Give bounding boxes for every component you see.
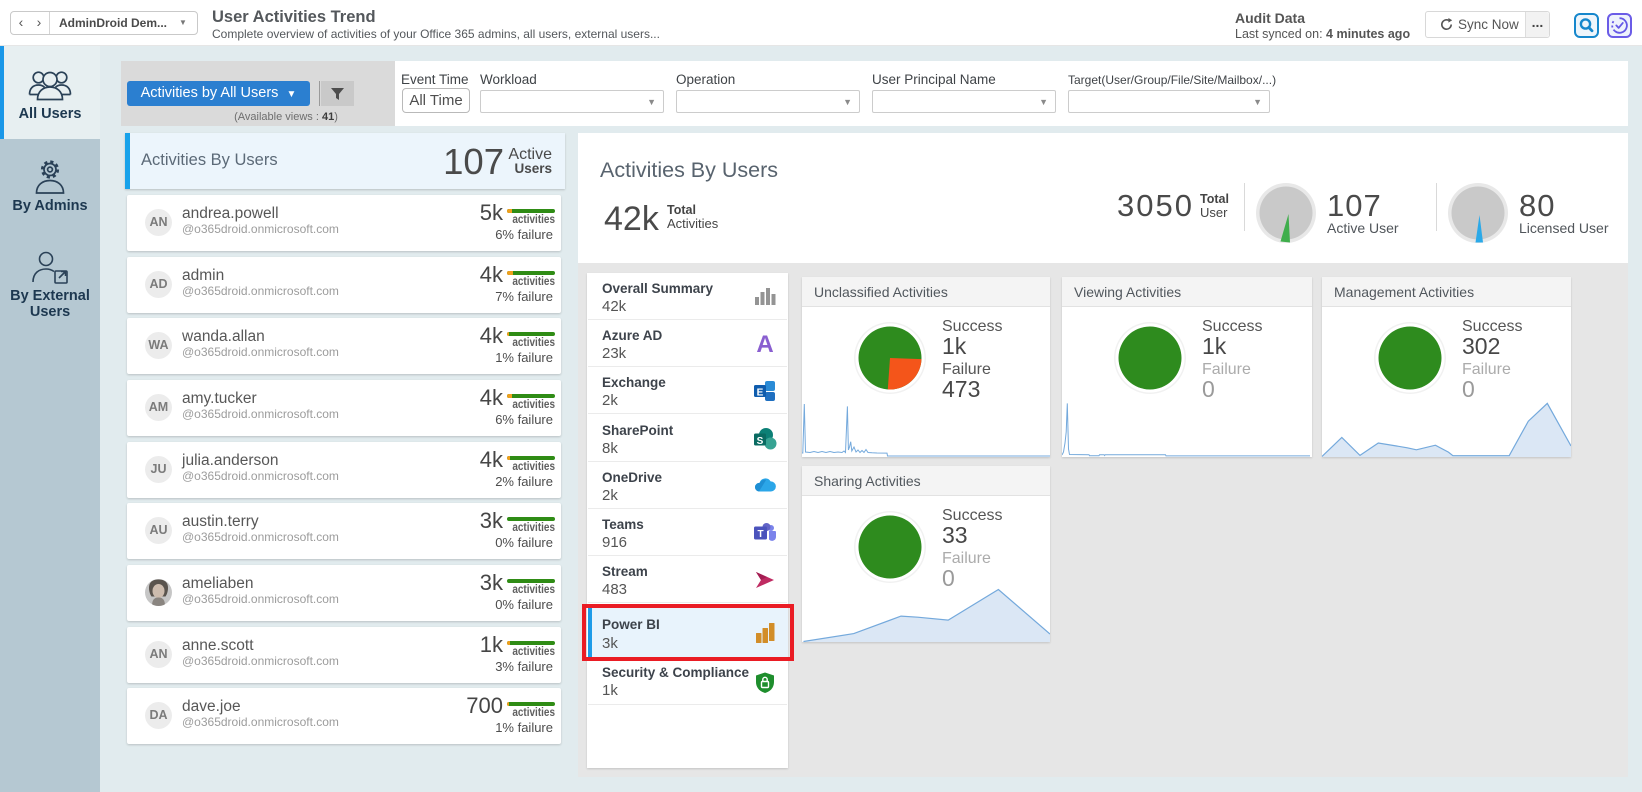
svg-text:T: T <box>757 529 763 540</box>
svg-text:S: S <box>757 436 764 447</box>
svg-text:A: A <box>756 332 773 356</box>
svg-text:E: E <box>757 388 764 399</box>
